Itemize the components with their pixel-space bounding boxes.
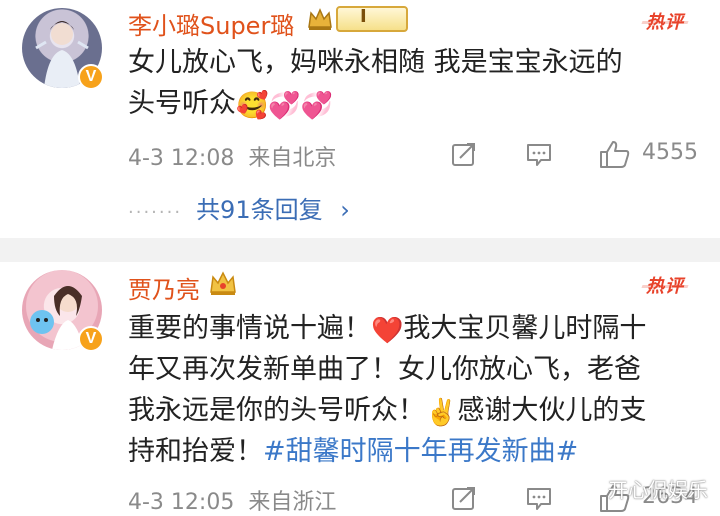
hot-comment-badge: 热评 — [646, 8, 684, 34]
comment-text: 女儿放心飞，妈咪永相随 我是宝宝永远的 头号听众🥰💞💞 — [128, 47, 623, 121]
username[interactable]: 贾乃亮 — [128, 270, 200, 305]
divider — [0, 238, 720, 262]
avatar[interactable]: V — [22, 8, 104, 90]
comment-icon[interactable] — [525, 485, 553, 513]
comment-text: 重要的事情说十遍！❤️我大宝贝馨儿时隔十 年又再次发新单曲了！女儿你放心飞，老爸… — [128, 313, 647, 467]
hot-comment-badge: 热评 — [646, 272, 684, 298]
like-count: 4555 — [642, 140, 698, 165]
hashtag-link[interactable]: #甜馨时隔十年再发新曲# — [263, 436, 578, 467]
vip-crown-icon — [308, 8, 332, 30]
username[interactable]: 李小璐Super璐 — [128, 6, 294, 41]
comment-icon[interactable] — [525, 141, 553, 169]
comment-item: V 李小璐Super璐 I 热评 女儿放心飞，妈咪永相随 我是宝宝永远的 头号听… — [0, 0, 720, 238]
avatar[interactable]: V — [22, 270, 104, 352]
view-replies-link[interactable]: ······· 共91条回复 › — [128, 190, 350, 225]
timestamp: 4-3 12:08 来自北京 — [128, 146, 337, 171]
vip-level: I — [336, 6, 408, 32]
like-icon[interactable] — [598, 138, 632, 170]
share-icon[interactable] — [450, 484, 478, 512]
vip-crown-icon — [210, 271, 236, 295]
share-icon[interactable] — [450, 140, 478, 168]
verified-icon: V — [78, 64, 104, 90]
watermark: 开心侃娱乐 — [608, 478, 708, 502]
heart-emoji: ❤️ — [371, 316, 404, 346]
verified-icon: V — [78, 326, 104, 352]
emoji: 🥰💞💞 — [236, 91, 334, 121]
timestamp: 4-3 12:05 来自浙江 — [128, 490, 337, 515]
victory-emoji: ✌️ — [425, 398, 458, 428]
chevron-right-icon: › — [340, 196, 350, 224]
